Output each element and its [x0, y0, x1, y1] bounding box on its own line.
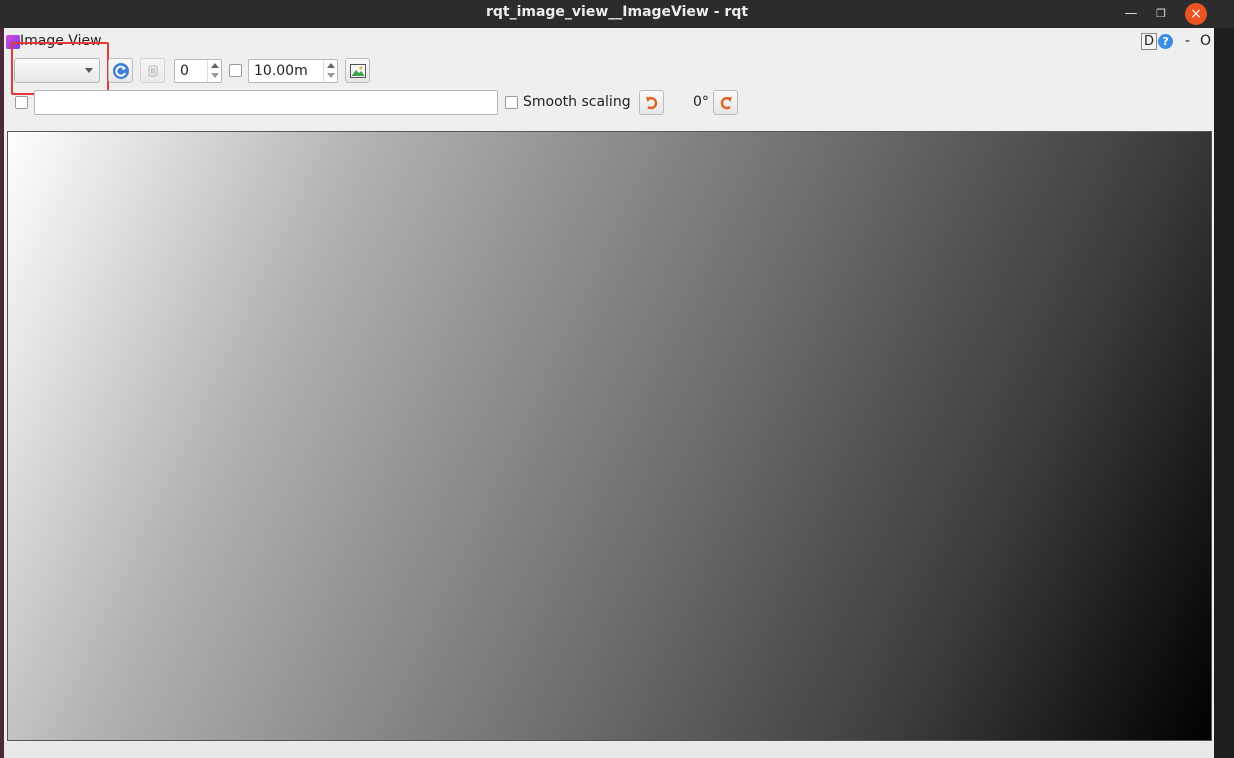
pause-button[interactable] [140, 58, 165, 83]
spin-arrows[interactable] [207, 60, 221, 82]
smooth-scaling-checkbox[interactable] [505, 96, 518, 109]
frame-index-value: 0 [180, 63, 189, 79]
spin-up-icon[interactable] [327, 63, 335, 68]
smooth-scaling-label: Smooth scaling [523, 94, 631, 110]
frame-index-spinbox[interactable]: 0 [174, 59, 222, 83]
save-image-icon [350, 64, 366, 78]
status-bar [4, 741, 1214, 758]
refresh-button[interactable] [108, 58, 133, 83]
timeout-checkbox[interactable] [229, 64, 242, 77]
dock-close-button[interactable]: O [1200, 33, 1211, 49]
help-icon[interactable]: ? [1158, 34, 1173, 49]
maximize-window-button[interactable]: ❐ [1150, 3, 1172, 25]
dock-minimize-button[interactable]: - [1185, 33, 1190, 49]
title-bar: rqt_image_view__ImageView - rqt — ❐ × [0, 0, 1234, 28]
image-display[interactable] [7, 131, 1212, 741]
desktop-edge-right [1214, 28, 1234, 758]
rotate-right-button[interactable] [713, 90, 738, 115]
minimize-window-button[interactable]: — [1120, 3, 1142, 25]
rotate-left-icon [646, 96, 658, 110]
spin-down-icon[interactable] [327, 73, 335, 78]
spin-down-icon[interactable] [211, 73, 219, 78]
spin-arrows[interactable] [323, 60, 337, 82]
timeout-value: 10.00m [254, 63, 308, 79]
publish-topic-input[interactable] [34, 90, 498, 115]
rotation-label: 0° [693, 94, 709, 110]
save-image-button[interactable] [345, 58, 370, 83]
mouse-publish-checkbox[interactable] [15, 96, 28, 109]
timeout-spinbox[interactable]: 10.00m [248, 59, 338, 83]
rotate-left-button[interactable] [639, 90, 664, 115]
dock-d-button[interactable]: D [1141, 33, 1157, 50]
spin-up-icon[interactable] [211, 63, 219, 68]
refresh-icon [113, 63, 129, 79]
pause-icon [148, 65, 158, 77]
close-window-button[interactable]: × [1185, 3, 1207, 25]
rotate-right-icon [720, 96, 732, 110]
window-title: rqt_image_view__ImageView - rqt [485, 4, 749, 20]
rqt-window: Image View D ? - O 0 10.00m Smooth scali… [4, 28, 1214, 758]
highlight-box [11, 42, 109, 95]
